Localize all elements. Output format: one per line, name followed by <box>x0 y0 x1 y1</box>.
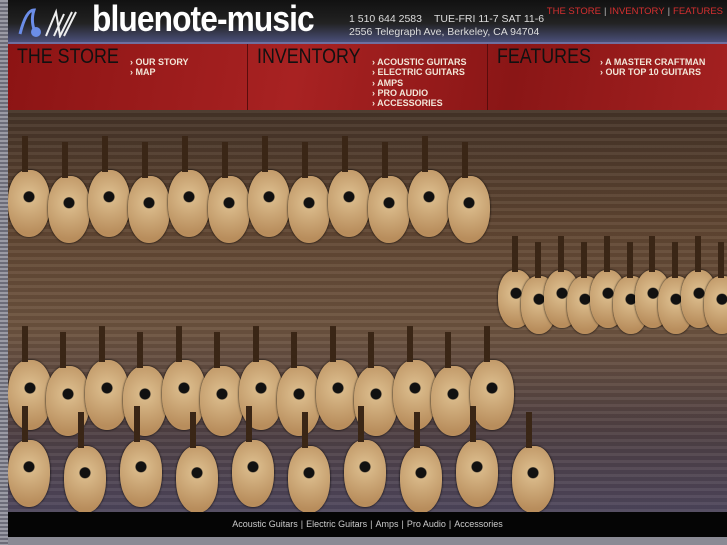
guitar-shape <box>88 135 130 238</box>
header: bluenote-music 1 510 644 2583 TUE-FRI 11-… <box>8 0 727 42</box>
nav-section-store: THE STORE OUR STORY MAP <box>8 44 248 110</box>
nav-item-electric[interactable]: ELECTRIC GUITARS <box>372 67 467 77</box>
guitar-shape <box>408 135 450 238</box>
guitar-shape <box>368 141 410 244</box>
phone: 1 510 644 2583 <box>349 13 422 25</box>
guitar-shape <box>84 325 129 431</box>
nav-item-our-story[interactable]: OUR STORY <box>130 57 189 67</box>
nav-heading-inventory[interactable]: INVENTORY <box>257 45 361 69</box>
guitar-shape <box>8 405 50 508</box>
guitar-shape <box>328 135 370 238</box>
guitar-shape <box>8 325 52 431</box>
guitar-shape <box>161 325 206 431</box>
guitar-shape <box>200 331 245 437</box>
guitar-shape <box>48 141 90 244</box>
guitar-shape <box>248 135 290 238</box>
nav-heading-store[interactable]: THE STORE <box>17 45 119 69</box>
guitar-shape <box>431 331 476 437</box>
nav-heading-features[interactable]: FEATURES <box>497 45 591 69</box>
left-edge-strip <box>0 0 8 545</box>
nav-item-accessories[interactable]: ACCESSORIES <box>372 98 467 108</box>
store-info: 1 510 644 2583 TUE-FRI 11-7 SAT 11-6 2556… <box>349 13 556 39</box>
hours: TUE-FRI 11-7 SAT 11-6 <box>434 13 545 25</box>
footer-link-acoustic[interactable]: Acoustic Guitars <box>232 519 298 529</box>
logo-note-icon <box>18 8 77 38</box>
top-link-inventory[interactable]: INVENTORY <box>609 6 664 17</box>
nav-section-features: FEATURES A MASTER CRAFTMAN OUR TOP 10 GU… <box>488 44 727 110</box>
nav-item-amps[interactable]: AMPS <box>372 78 467 88</box>
guitar-shape <box>168 135 210 238</box>
guitar-shape <box>400 411 442 512</box>
footer-link-electric[interactable]: Electric Guitars <box>306 519 367 529</box>
guitar-shape <box>288 141 330 244</box>
guitar-shape <box>288 411 330 512</box>
guitar-shape <box>64 411 106 512</box>
guitar-shape <box>344 405 386 508</box>
guitar-shape <box>128 141 170 244</box>
nav-item-pro-audio[interactable]: PRO AUDIO <box>372 88 467 98</box>
guitar-shape <box>120 405 162 508</box>
guitar-shape <box>315 325 360 431</box>
nav-item-map[interactable]: MAP <box>130 67 189 77</box>
guitar-shape <box>469 325 514 431</box>
top-link-store[interactable]: THE STORE <box>547 6 601 17</box>
guitar-shape <box>277 331 322 437</box>
footer-links: Acoustic Guitars | Electric Guitars | Amps | P… <box>8 512 727 537</box>
top-links: THE STORE | INVENTORY | FEATURES <box>546 6 723 17</box>
footer-link-pro-audio[interactable]: Pro Audio <box>407 519 446 529</box>
guitar-shape <box>704 242 727 334</box>
guitar-shape <box>123 331 168 437</box>
guitar-shape <box>232 405 274 508</box>
guitar-shape <box>176 411 218 512</box>
main-nav: THE STORE OUR STORY MAP INVENTORY ACOUST… <box>8 42 727 110</box>
logo-text[interactable]: bluenote-music <box>92 0 315 40</box>
guitar-shape <box>456 405 498 508</box>
guitar-shape <box>512 411 554 512</box>
footer-link-amps[interactable]: Amps <box>375 519 398 529</box>
guitar-shape <box>8 135 50 238</box>
nav-item-acoustic[interactable]: ACOUSTIC GUITARS <box>372 57 466 67</box>
store-guitars-photo <box>8 110 727 512</box>
guitar-shape <box>208 141 250 244</box>
nav-item-master-craftman[interactable]: A MASTER CRAFTMAN <box>600 57 705 67</box>
top-link-features[interactable]: FEATURES <box>673 6 723 17</box>
nav-item-top-10[interactable]: OUR TOP 10 GUITARS <box>600 67 705 77</box>
address: 2556 Telegraph Ave, Berkeley, CA 94704 <box>349 26 540 38</box>
guitar-shape <box>448 141 490 244</box>
nav-section-inventory: INVENTORY ACOUSTIC GUITARS ELECTRIC GUIT… <box>248 44 488 110</box>
footer-link-accessories[interactable]: Accessories <box>454 519 503 529</box>
